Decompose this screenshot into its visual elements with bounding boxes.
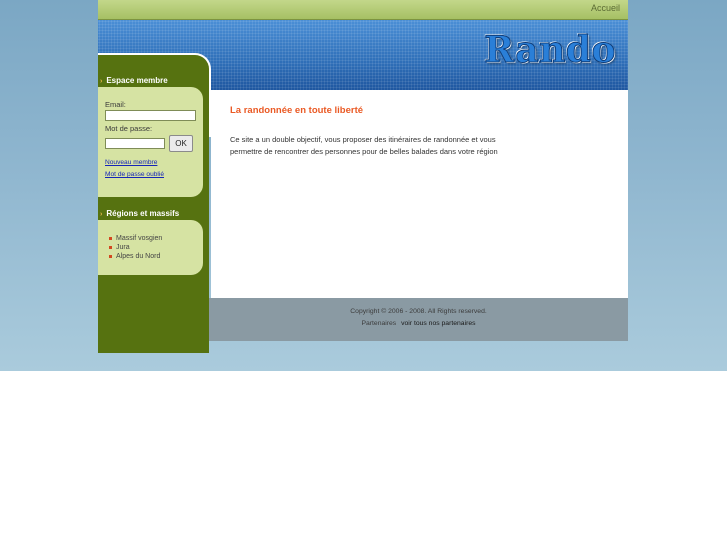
region-label[interactable]: Massif vosgien xyxy=(116,235,162,242)
email-label: Email: xyxy=(105,100,126,109)
top-bar: Accueil xyxy=(98,0,628,20)
regions-section-title: › Régions et massifs xyxy=(100,209,179,218)
bullet-icon xyxy=(109,255,112,259)
intro-paragraph: Ce site a un double objectif, vous propo… xyxy=(230,135,498,156)
site-container: Accueil Rando › Espace membre Email: Mot … xyxy=(98,0,628,353)
member-section-title-text: Espace membre xyxy=(106,76,168,85)
page-title: La randonnée en toute liberté xyxy=(230,105,364,116)
login-ok-button[interactable]: OK xyxy=(169,135,193,152)
partners-link[interactable]: voir tous nos partenaires xyxy=(401,320,475,327)
region-label[interactable]: Alpes du Nord xyxy=(116,253,160,260)
region-item[interactable]: Jura xyxy=(109,243,162,252)
regions-section-title-text: Régions et massifs xyxy=(106,209,180,218)
regions-list: Massif vosgien Jura Alpes du Nord xyxy=(109,234,162,262)
forgot-password-link[interactable]: Mot de passe oublié xyxy=(105,171,164,178)
bullet-icon: › xyxy=(100,78,103,85)
member-section-title: › Espace membre xyxy=(100,76,168,85)
member-login-box: Email: Mot de passe: OK Nouveau membre M… xyxy=(98,87,203,197)
password-field[interactable] xyxy=(105,138,165,149)
regions-box: Massif vosgien Jura Alpes du Nord xyxy=(98,220,203,275)
footer: Copyright © 2006 - 2008. All Rights rese… xyxy=(209,298,628,341)
main-content: La randonnée en toute liberté Ce site a … xyxy=(211,90,628,298)
region-label[interactable]: Jura xyxy=(116,244,130,251)
bullet-icon xyxy=(109,245,112,249)
bullet-icon: › xyxy=(100,211,103,218)
home-link[interactable]: Accueil xyxy=(591,3,620,13)
partners-label: Partenaires xyxy=(361,320,397,327)
new-member-link[interactable]: Nouveau membre xyxy=(105,159,157,166)
region-item[interactable]: Alpes du Nord xyxy=(109,252,162,261)
email-field[interactable] xyxy=(105,110,196,121)
partners-line: Partenaires voir tous nos partenaires xyxy=(209,320,628,327)
site-logo[interactable]: Rando xyxy=(484,29,616,72)
bullet-icon xyxy=(109,236,112,240)
region-item[interactable]: Massif vosgien xyxy=(109,234,162,243)
copyright-text: Copyright © 2006 - 2008. All Rights rese… xyxy=(350,308,487,315)
password-label: Mot de passe: xyxy=(105,124,153,133)
